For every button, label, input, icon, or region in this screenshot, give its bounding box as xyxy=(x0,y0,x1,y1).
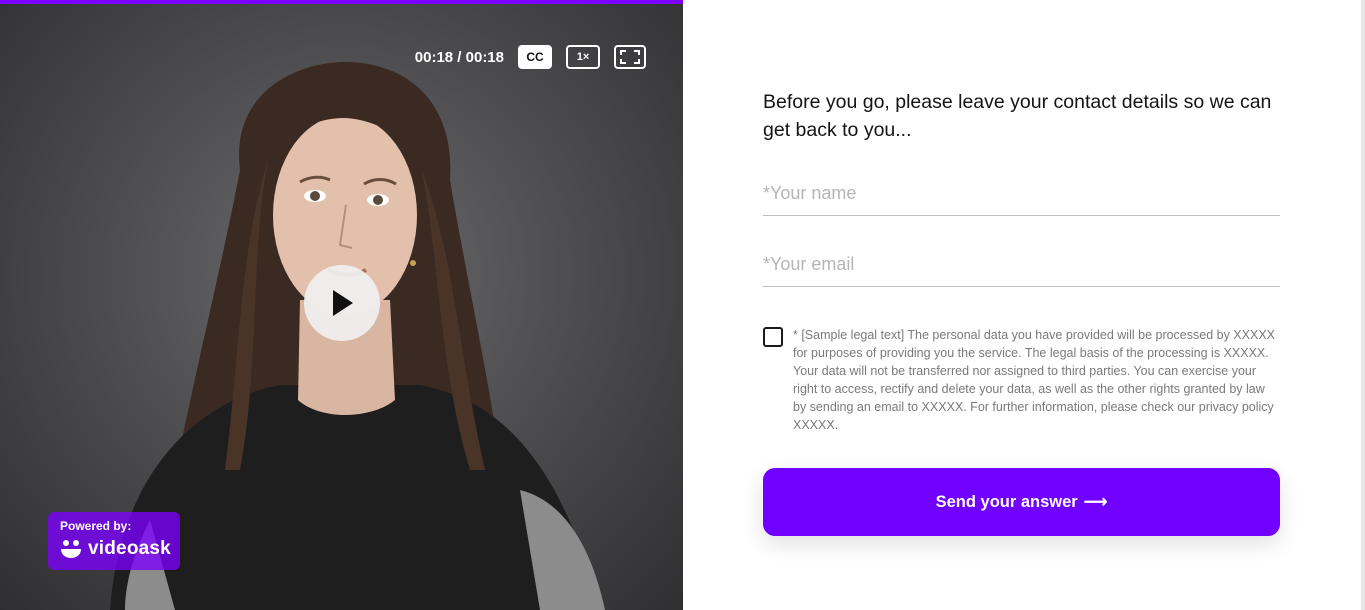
send-answer-button[interactable]: Send your answer ⟶ xyxy=(763,468,1280,536)
progress-fill xyxy=(0,0,683,4)
email-input[interactable] xyxy=(763,242,1280,287)
arrow-right-icon: ⟶ xyxy=(1083,493,1108,511)
scrollbar[interactable] xyxy=(1361,0,1365,610)
fullscreen-icon xyxy=(620,50,640,64)
powered-by-label: Powered by: xyxy=(60,519,132,533)
send-answer-label: Send your answer xyxy=(935,492,1078,511)
videoask-smile-icon xyxy=(61,540,81,558)
captions-button[interactable]: CC xyxy=(518,45,552,69)
page-root: 00:18 / 00:18 CC 1× Powered by: videoask… xyxy=(0,0,1365,610)
time-display: 00:18 / 00:18 xyxy=(414,48,504,66)
name-input[interactable] xyxy=(763,171,1280,216)
consent-checkbox[interactable] xyxy=(763,327,783,347)
fullscreen-button[interactable] xyxy=(614,45,646,69)
video-player[interactable]: 00:18 / 00:18 CC 1× Powered by: videoask xyxy=(0,0,683,610)
form-question: Before you go, please leave your contact… xyxy=(763,91,1272,141)
videoask-logo: videoask xyxy=(60,538,171,560)
videoask-wordmark: videoask xyxy=(88,538,171,559)
powered-by-badge[interactable]: Powered by: videoask xyxy=(48,512,180,570)
playback-speed-button[interactable]: 1× xyxy=(566,45,600,69)
video-controls: 00:18 / 00:18 CC 1× xyxy=(415,45,646,69)
progress-bar[interactable] xyxy=(0,0,683,4)
play-icon xyxy=(333,290,353,316)
legal-text: * [Sample legal text] The personal data … xyxy=(793,328,1275,432)
contact-form-panel: Before you go, please leave your contact… xyxy=(683,0,1365,610)
play-button[interactable] xyxy=(304,265,380,341)
